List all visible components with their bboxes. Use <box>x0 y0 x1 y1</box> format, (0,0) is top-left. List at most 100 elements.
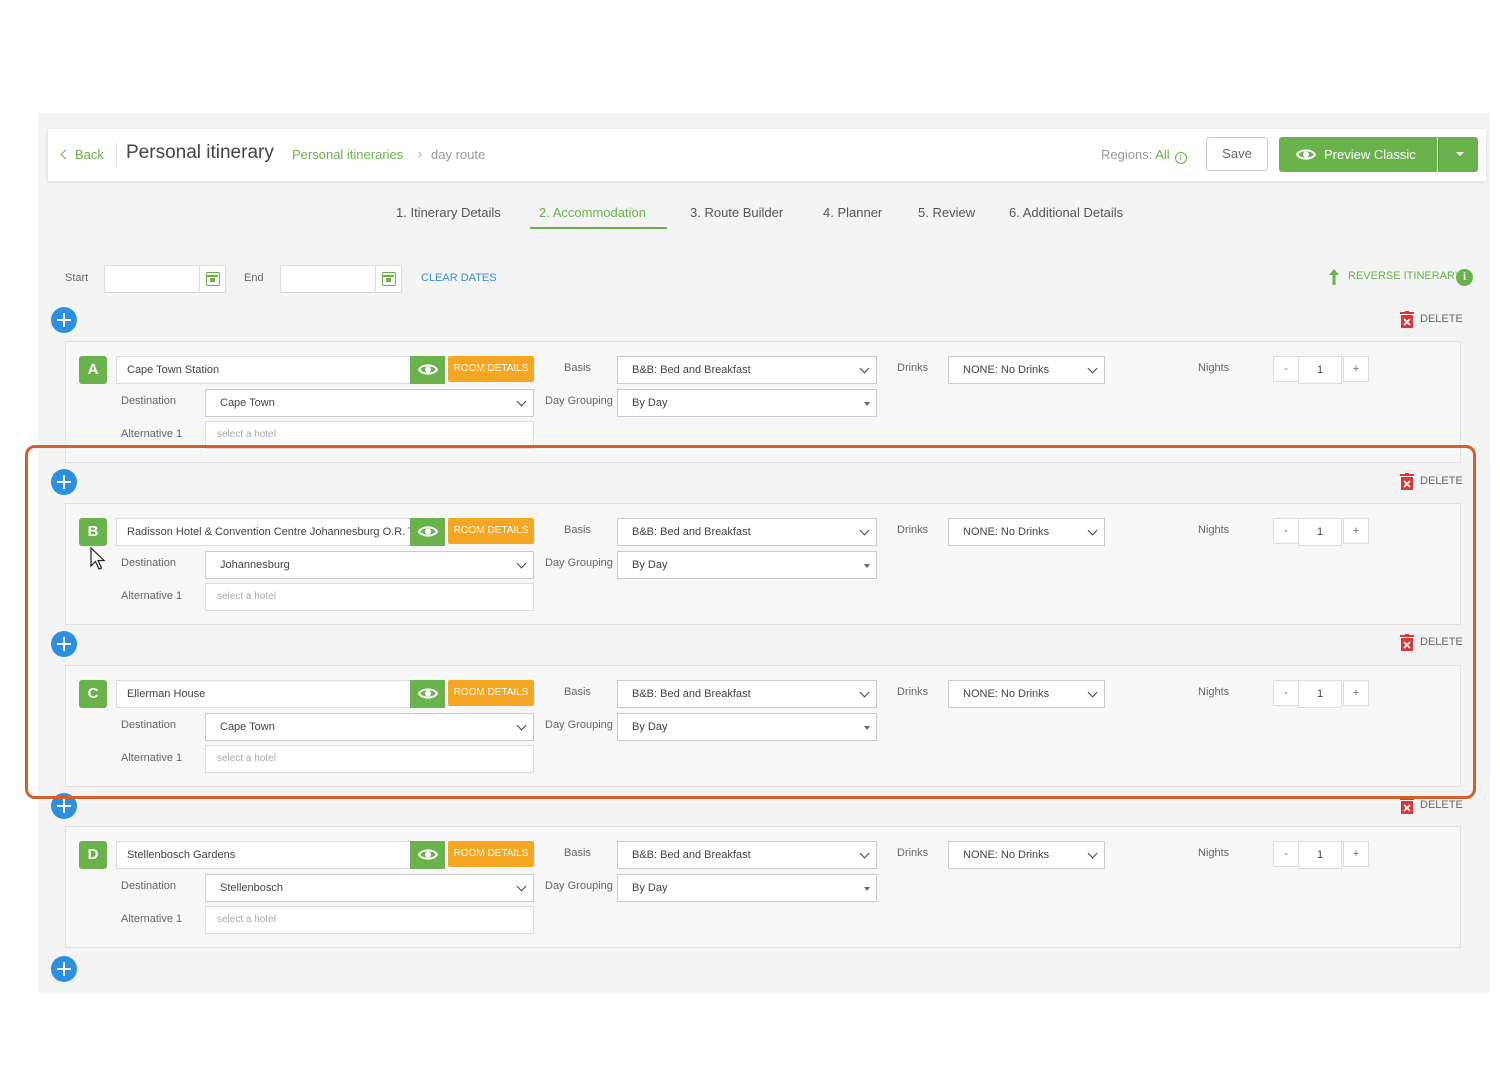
eye-icon <box>418 364 438 375</box>
stop-badge: D <box>79 841 107 869</box>
page-header: Back Personal itinerary Personal itinera… <box>48 129 1486 181</box>
chevron-down-icon <box>516 881 527 892</box>
nights-stepper: - 1 + <box>1273 356 1369 384</box>
room-details-button[interactable]: ROOM DETAILS <box>448 841 534 867</box>
basis-label: Basis <box>564 847 591 859</box>
destination-label: Destination <box>121 880 177 892</box>
basis-label: Basis <box>564 362 591 374</box>
active-tab-indicator <box>530 227 667 229</box>
basis-value: B&B: Bed and Breakfast <box>632 849 751 861</box>
day-grouping-value: By Day <box>632 882 668 894</box>
info-icon[interactable]: i <box>1456 269 1473 286</box>
chevron-left-icon <box>60 149 71 160</box>
stop-badge: A <box>79 356 107 384</box>
tab-review[interactable]: 5. Review <box>918 205 975 220</box>
drinks-label: Drinks <box>897 847 929 859</box>
destination-value: Cape Town <box>220 397 275 409</box>
caret-down-icon <box>1456 152 1464 156</box>
destination-select[interactable]: Stellenbosch <box>205 874 534 902</box>
breadcrumb-separator: › <box>418 146 423 161</box>
nights-value[interactable]: 1 <box>1298 356 1342 384</box>
nights-decrement-button[interactable]: - <box>1273 841 1299 867</box>
back-label: Back <box>75 147 104 162</box>
calendar-icon <box>206 272 220 286</box>
day-grouping-label: Day Grouping <box>545 395 613 407</box>
tab-itinerary-details[interactable]: 1. Itinerary Details <box>396 205 501 220</box>
destination-value: Stellenbosch <box>220 882 283 894</box>
day-grouping-select[interactable]: By Day <box>617 874 877 902</box>
nights-stepper: - 1 + <box>1273 841 1369 869</box>
destination-select[interactable]: Cape Town <box>205 389 534 417</box>
hotel-input[interactable]: Stellenbosch Gardens <box>116 841 411 869</box>
chevron-down-icon <box>859 363 870 374</box>
hotel-input[interactable]: Cape Town Station <box>116 356 411 384</box>
info-icon[interactable]: i <box>1174 152 1187 164</box>
drinks-select[interactable]: NONE: No Drinks <box>948 841 1105 869</box>
end-date-label: End <box>244 272 264 284</box>
save-button[interactable]: Save <box>1206 137 1268 171</box>
back-link[interactable]: Back <box>60 147 104 162</box>
end-date-picker-button[interactable] <box>375 266 401 292</box>
room-details-button[interactable]: ROOM DETAILS <box>448 356 534 382</box>
reverse-itinerary-link[interactable]: REVERSE ITINERARY <box>1348 270 1462 282</box>
add-stop-button[interactable] <box>51 956 77 982</box>
chevron-down-icon <box>516 396 527 407</box>
eye-icon <box>1296 149 1316 160</box>
start-date-input[interactable] <box>104 265 226 293</box>
arrow-up-icon <box>1329 269 1339 285</box>
stop-card-d: D Stellenbosch Gardens ROOM DETAILS Basi… <box>65 826 1461 948</box>
start-date-picker-button[interactable] <box>199 266 225 292</box>
drinks-label: Drinks <box>897 362 929 374</box>
tab-additional-details[interactable]: 6. Additional Details <box>1009 205 1123 220</box>
nights-label: Nights <box>1198 362 1230 374</box>
page-title: Personal itinerary <box>126 142 274 163</box>
nights-increment-button[interactable]: + <box>1343 841 1369 867</box>
regions-value: All <box>1155 147 1170 162</box>
trash-icon <box>1400 797 1414 814</box>
end-date-input[interactable] <box>280 265 402 293</box>
drinks-value: NONE: No Drinks <box>963 849 1050 861</box>
nights-value[interactable]: 1 <box>1298 841 1342 869</box>
breadcrumb-personal-itineraries[interactable]: Personal itineraries <box>292 147 403 162</box>
basis-select[interactable]: B&B: Bed and Breakfast <box>617 841 877 869</box>
calendar-icon <box>382 272 396 286</box>
day-grouping-value: By Day <box>632 397 668 409</box>
preview-dropdown-button[interactable] <box>1438 137 1478 172</box>
basis-value: B&B: Bed and Breakfast <box>632 364 751 376</box>
highlight-frame <box>25 445 1476 799</box>
day-grouping-label: Day Grouping <box>545 880 613 892</box>
eye-icon <box>418 849 438 860</box>
chevron-down-icon <box>1087 363 1098 374</box>
day-grouping-select[interactable]: By Day <box>617 389 877 417</box>
breadcrumb-current: day route <box>431 147 486 162</box>
start-date-label: Start <box>65 272 89 284</box>
tab-route-builder[interactable]: 3. Route Builder <box>690 205 783 220</box>
drinks-value: NONE: No Drinks <box>963 364 1050 376</box>
basis-select[interactable]: B&B: Bed and Breakfast <box>617 356 877 384</box>
preview-classic-label: Preview Classic <box>1324 147 1416 162</box>
mouse-cursor-icon <box>90 547 106 570</box>
caret-down-icon <box>864 402 870 406</box>
destination-label: Destination <box>121 395 177 407</box>
delete-label: DELETE <box>1420 313 1463 325</box>
chevron-down-icon <box>859 848 870 859</box>
alternative-label: Alternative 1 <box>121 913 183 925</box>
preview-classic-button[interactable]: Preview Classic <box>1279 137 1437 172</box>
clear-dates-link[interactable]: CLEAR DATES <box>421 272 497 284</box>
add-stop-button[interactable] <box>51 307 77 333</box>
tab-planner[interactable]: 4. Planner <box>823 205 882 220</box>
tab-accommodation[interactable]: 2. Accommodation <box>539 205 646 220</box>
caret-down-icon <box>864 887 870 891</box>
regions-label: Regions: <box>1101 147 1153 162</box>
chevron-down-icon <box>1087 848 1098 859</box>
trash-icon <box>1400 311 1414 328</box>
alternative-label: Alternative 1 <box>121 428 183 440</box>
nights-label: Nights <box>1198 847 1230 859</box>
regions-filter[interactable]: Regions: All i <box>1101 147 1187 164</box>
nights-decrement-button[interactable]: - <box>1273 356 1299 382</box>
alternative-hotel-input[interactable]: select a hotel <box>205 906 534 934</box>
nights-increment-button[interactable]: + <box>1343 356 1369 382</box>
view-hotel-button[interactable] <box>410 356 445 384</box>
drinks-select[interactable]: NONE: No Drinks <box>948 356 1105 384</box>
view-hotel-button[interactable] <box>410 841 445 869</box>
